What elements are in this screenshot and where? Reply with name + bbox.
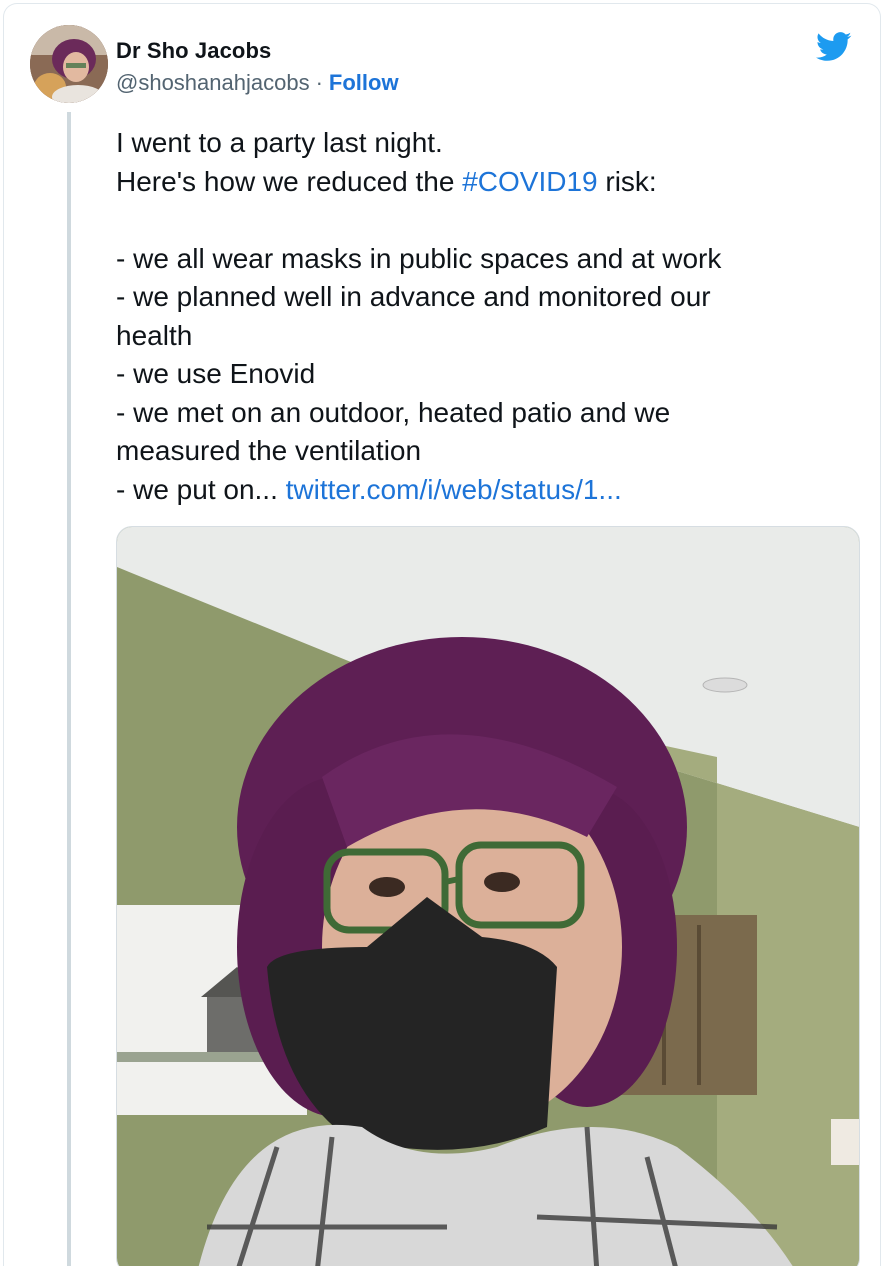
tweet-card: Dr Sho Jacobs @shoshanahjacobs · Follow I … [3, 3, 881, 1266]
tweet-line: - we all wear masks in public spaces and… [116, 242, 722, 274]
thread-line [67, 112, 71, 1266]
tweet-line: - we put on... twitter.com/i/web/status/… [116, 471, 836, 510]
tweet-line: Here's how we reduced the #COVID19 risk: [116, 163, 836, 202]
tweet-text-span: risk: [597, 165, 657, 197]
tweet-line: - we met on an outdoor, heated patio and… [116, 396, 671, 428]
tweet-photo[interactable] [116, 526, 860, 1266]
author-handle[interactable]: @shoshanahjacobs [116, 70, 310, 95]
tweet-text-span: - we put on... [116, 473, 286, 505]
author-name[interactable]: Dr Sho Jacobs [116, 38, 271, 64]
twitter-bird-icon[interactable] [816, 32, 852, 62]
hashtag-link[interactable]: #COVID19 [462, 166, 597, 197]
tweet-line: - we use Enovid [116, 358, 316, 389]
tweet-line: - we planned well in advance and monitor… [116, 281, 711, 312]
tweet-text: I went to a party last night. Here's how… [116, 124, 836, 509]
tweet-line: I went to a party last night. [116, 127, 443, 158]
avatar[interactable] [30, 25, 108, 103]
author-meta: @shoshanahjacobs · Follow [116, 70, 399, 96]
tweet-line: health [116, 319, 193, 351]
separator: · [315, 70, 323, 95]
tweet-line: measured the ventilation [116, 435, 422, 466]
truncated-status-link[interactable]: twitter.com/i/web/status/1... [286, 474, 622, 505]
tweet-text-span: Here's how we reduced the [116, 165, 463, 197]
follow-button[interactable]: Follow [329, 70, 399, 95]
